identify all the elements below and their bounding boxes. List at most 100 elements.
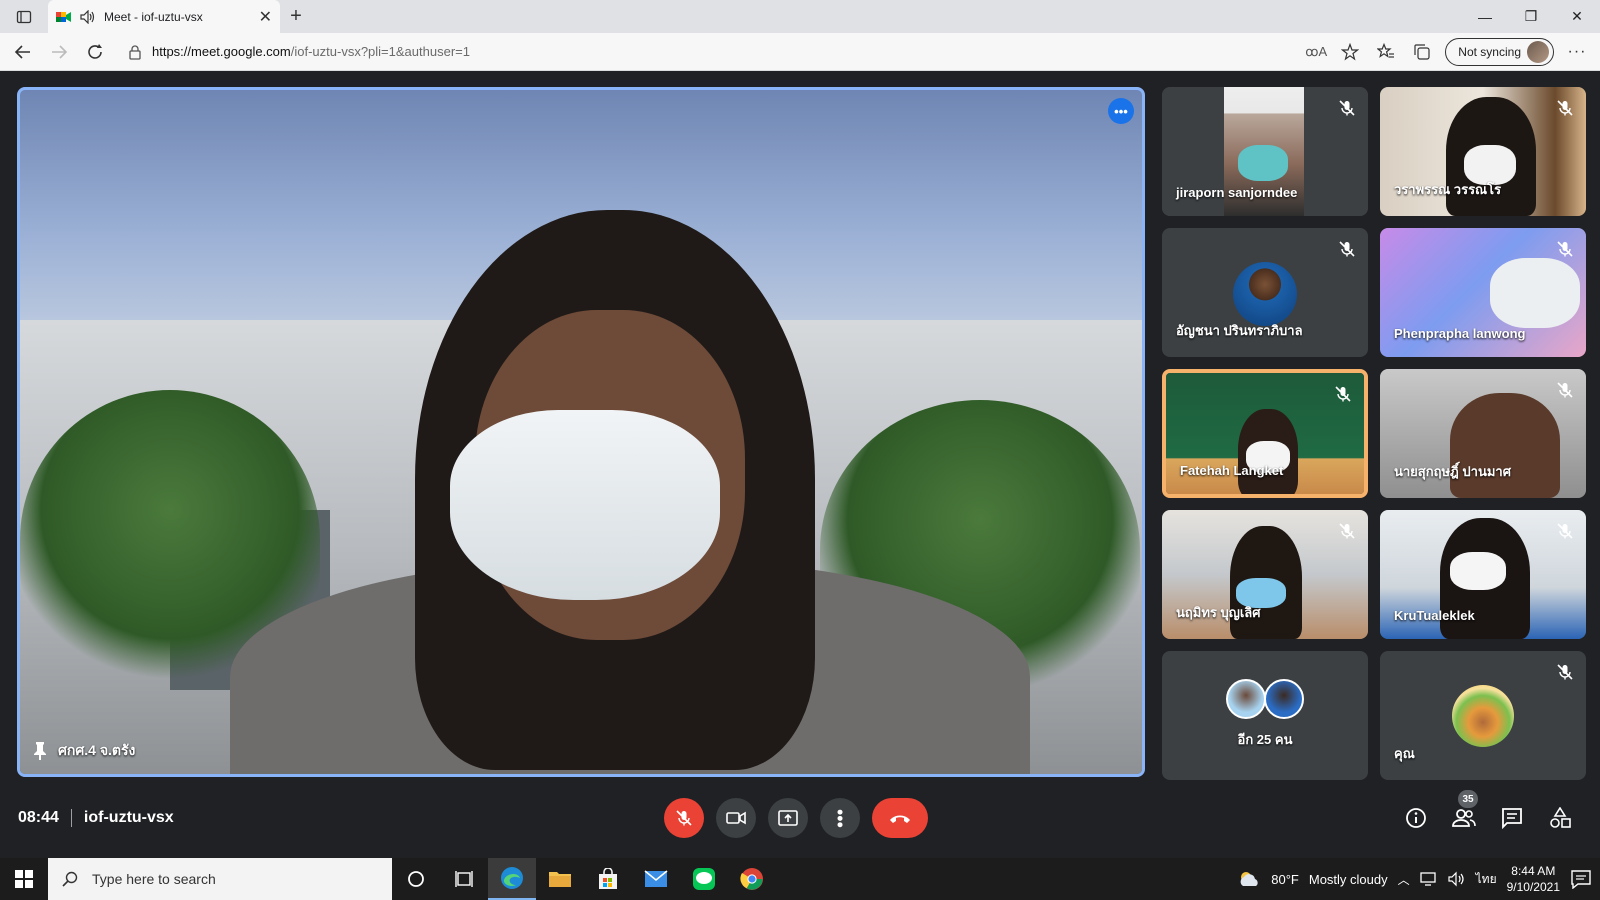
store-bag-icon xyxy=(599,868,617,889)
tab-actions-icon xyxy=(16,10,32,23)
speaker-audio-icon[interactable] xyxy=(80,9,96,24)
edge-browser-icon xyxy=(501,867,523,889)
pin-icon[interactable] xyxy=(32,741,48,761)
favorites-button[interactable] xyxy=(1373,39,1399,65)
minimize-icon[interactable]: — xyxy=(1462,0,1508,33)
participant-tile[interactable]: jiraporn sanjorndee xyxy=(1162,87,1368,216)
browser-tab-meet[interactable]: Meet - iof-uztu-vsx ✕ xyxy=(48,0,280,33)
present-screen-button[interactable] xyxy=(768,798,808,838)
meeting-time: 08:44 xyxy=(18,809,59,826)
participants-button[interactable]: 35 xyxy=(1452,790,1478,830)
maximize-icon[interactable]: ❐ xyxy=(1508,0,1554,33)
back-button[interactable] xyxy=(10,39,36,65)
taskbar-file-explorer[interactable] xyxy=(536,858,584,900)
folder-icon xyxy=(549,872,571,887)
meeting-details: 08:44 iof-uztu-vsx xyxy=(18,809,174,827)
activities-shapes-icon xyxy=(1550,807,1571,828)
profile-sync-button[interactable]: Not syncing xyxy=(1445,37,1554,66)
taskbar-edge[interactable] xyxy=(488,858,536,900)
refresh-button[interactable] xyxy=(82,39,108,65)
others-tile[interactable]: อีก 25 คน xyxy=(1162,651,1368,780)
end-call-icon xyxy=(890,815,910,823)
search-placeholder: Type here to search xyxy=(92,871,216,887)
star-add-icon xyxy=(1341,42,1360,60)
new-tab-button[interactable]: + xyxy=(280,0,312,33)
read-aloud-icon[interactable]: ꚙA xyxy=(1305,44,1327,60)
participant-name: Phenprapha lanwong xyxy=(1394,326,1526,341)
url-path: /iof-uztu-vsx?pli=1&authuser=1 xyxy=(290,44,470,59)
taskbar-line[interactable] xyxy=(680,858,728,900)
participant-name: อัญชนา ปรินทราภิบาล xyxy=(1176,323,1303,338)
camera-icon xyxy=(726,811,746,825)
settings-more-button[interactable]: ··· xyxy=(1564,39,1590,65)
lock-icon[interactable] xyxy=(128,44,142,60)
profile-avatar xyxy=(1527,40,1549,63)
participant-tile[interactable]: นายสุกฤษฎิ์ ปานมาศ xyxy=(1380,369,1586,498)
participant-name: Fatehah Langket xyxy=(1180,463,1284,478)
activities-button[interactable] xyxy=(1548,806,1572,830)
google-meet-favicon-icon xyxy=(56,11,71,22)
start-button[interactable] xyxy=(0,858,48,900)
self-tile[interactable]: คุณ xyxy=(1380,651,1586,780)
weather-text[interactable]: Mostly cloudy xyxy=(1309,872,1388,887)
close-tab-icon[interactable]: ✕ xyxy=(259,7,272,27)
clock-date: 9/10/2021 xyxy=(1506,880,1560,894)
participant-name: KruTualeklek xyxy=(1394,608,1475,623)
participant-tile[interactable]: อัญชนา ปรินทราภิบาล xyxy=(1162,228,1368,357)
participant-name: นายสุกฤษฎิ์ ปานมาศ xyxy=(1394,464,1511,479)
participant-name: jiraporn sanjorndee xyxy=(1176,185,1298,200)
show-hidden-icons-icon[interactable]: ︿ xyxy=(1398,871,1410,888)
volume-icon[interactable] xyxy=(1448,871,1466,887)
main-tile-label: ศกศ.4 จ.ตรัง xyxy=(32,740,135,762)
mic-off-icon xyxy=(1339,100,1355,116)
participant-tile[interactable]: KruTualeklek xyxy=(1380,510,1586,639)
mic-off-icon xyxy=(1557,100,1573,116)
address-bar-row: https://meet.google.com/iof-uztu-vsx?pli… xyxy=(0,33,1600,71)
add-favorite-button[interactable] xyxy=(1337,39,1363,65)
taskbar-chrome[interactable] xyxy=(728,858,776,900)
task-view-button[interactable] xyxy=(440,858,488,900)
present-screen-icon xyxy=(778,810,798,826)
leave-call-button[interactable] xyxy=(872,798,928,838)
collections-button[interactable] xyxy=(1409,39,1435,65)
participant-tile[interactable]: วราพรรณ วรรณโร xyxy=(1380,87,1586,216)
network-icon[interactable] xyxy=(1419,871,1438,887)
main-video-tile[interactable]: ••• ศกศ.4 จ.ตรัง xyxy=(17,87,1145,777)
taskbar-search-input[interactable]: Type here to search xyxy=(48,858,392,900)
self-label: คุณ xyxy=(1394,746,1415,761)
participant-avatar xyxy=(1264,679,1304,719)
toggle-mic-button[interactable] xyxy=(664,798,704,838)
weather-temp[interactable]: 80°F xyxy=(1271,872,1299,887)
clock[interactable]: 8:44 AM 9/10/2021 xyxy=(1507,863,1560,895)
taskbar-mail[interactable] xyxy=(632,858,680,900)
tab-title: Meet - iof-uztu-vsx xyxy=(104,9,203,24)
taskbar-store[interactable] xyxy=(584,858,632,900)
task-view-icon xyxy=(455,871,473,887)
more-options-button[interactable]: ••• xyxy=(820,798,860,838)
participant-tile[interactable]: นฤมิทร บุญเลิศ xyxy=(1162,510,1368,639)
more-options-icon: ••• xyxy=(1114,103,1128,119)
face-mask xyxy=(450,410,720,600)
participant-tile-speaking[interactable]: Fatehah Langket xyxy=(1162,369,1368,498)
meeting-details-button[interactable] xyxy=(1404,806,1428,830)
chat-button[interactable] xyxy=(1500,806,1524,830)
sync-label: Not syncing xyxy=(1458,44,1521,59)
participant-tile[interactable]: Phenprapha lanwong xyxy=(1380,228,1586,357)
tab-actions-button[interactable] xyxy=(0,0,48,33)
notifications-icon[interactable] xyxy=(1570,869,1592,889)
system-tray: 80°F Mostly cloudy ︿ ไทย 8:44 AM 9/10/20… xyxy=(1237,863,1600,895)
tile-options-button[interactable]: ••• xyxy=(1108,98,1134,124)
others-count-label: อีก 25 คน xyxy=(1237,732,1293,747)
favorites-list-icon xyxy=(1377,42,1395,58)
forward-button[interactable] xyxy=(46,39,72,65)
people-icon xyxy=(1452,809,1476,827)
windows-logo-icon xyxy=(15,870,33,888)
cortana-button[interactable] xyxy=(392,858,440,900)
info-icon xyxy=(1406,808,1426,828)
url-field[interactable]: https://meet.google.com/iof-uztu-vsx?pli… xyxy=(118,38,1295,66)
close-window-icon[interactable]: ✕ xyxy=(1554,0,1600,33)
search-icon xyxy=(62,871,78,887)
input-language[interactable]: ไทย xyxy=(1476,870,1497,889)
more-horizontal-icon: ··· xyxy=(1567,42,1587,60)
toggle-camera-button[interactable] xyxy=(716,798,756,838)
